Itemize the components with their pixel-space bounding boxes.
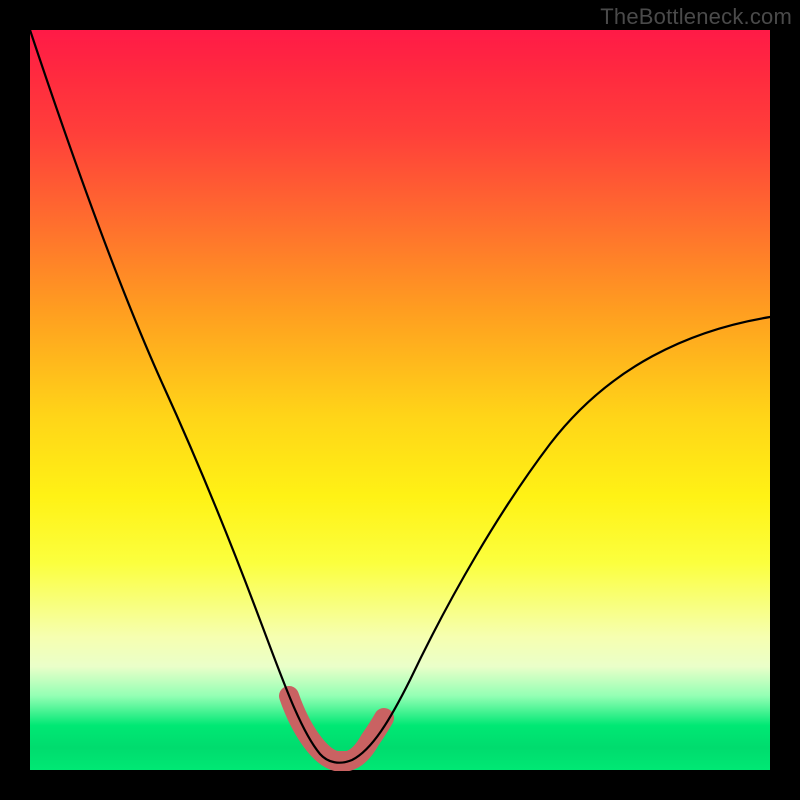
plot-area [30,30,770,770]
watermark-text: TheBottleneck.com [600,4,792,30]
bottleneck-curve [30,30,770,763]
chart-frame: TheBottleneck.com [0,0,800,800]
chart-svg [30,30,770,770]
